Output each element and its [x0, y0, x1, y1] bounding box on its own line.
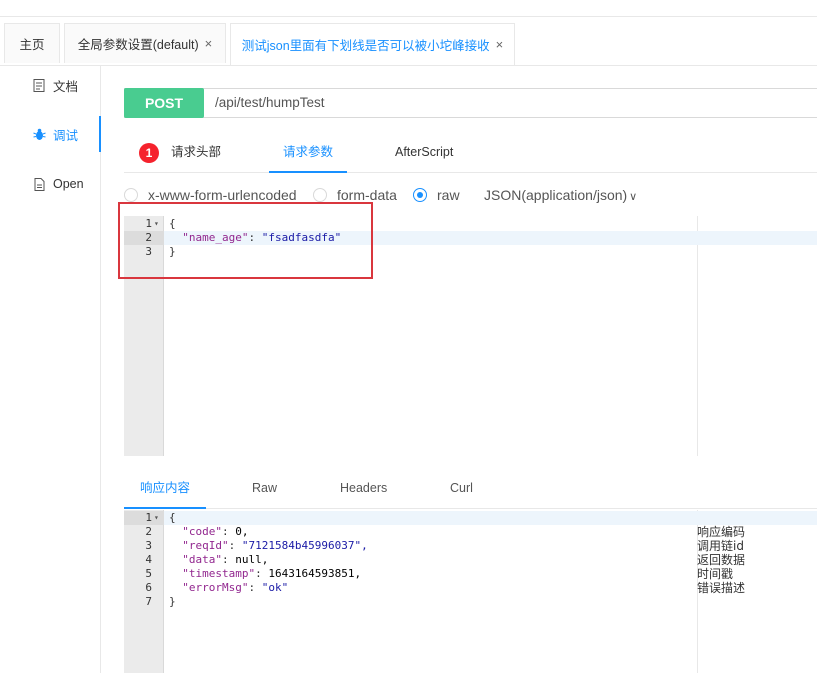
radio-label: raw: [437, 187, 460, 203]
tab-hump-test[interactable]: 测试json里面有下划线是否可以被小坨峰接收 ×: [230, 23, 515, 65]
bug-icon: [32, 127, 46, 141]
sidebar-item-open[interactable]: Open: [0, 166, 100, 202]
file-icon: [32, 177, 46, 191]
field-annotation: 返回数据: [697, 553, 746, 567]
sidebar-item-label: 文档: [53, 79, 79, 94]
radio-circle[interactable]: [124, 188, 138, 202]
document-icon: [32, 78, 46, 92]
close-icon[interactable]: ×: [496, 37, 504, 52]
header-count-badge: 1: [139, 143, 159, 163]
response-body-editor[interactable]: 1 ▾ { 2 "code": 0, 响应编码 3 "reqId": "7121…: [124, 510, 817, 673]
top-bar: [0, 0, 817, 17]
code-line: 5 "timestamp": 1643164593851, 时间戳: [145, 567, 734, 581]
tab-label: 全局参数设置(default): [77, 38, 199, 52]
request-tabs: 1 请求头部 请求参数 AfterScript: [124, 132, 817, 173]
close-icon[interactable]: ×: [205, 36, 213, 51]
radio-label: form-data: [337, 187, 397, 203]
radio-circle[interactable]: [313, 188, 327, 202]
tab-request-params[interactable]: 请求参数: [268, 132, 348, 173]
sidebar-item-docs[interactable]: 文档: [0, 67, 100, 103]
tab-response-headers[interactable]: Headers: [340, 468, 387, 508]
tab-request-headers[interactable]: 请求头部: [171, 132, 221, 172]
tab-label: 主页: [19, 38, 45, 52]
sidebar-item-label: 调试: [53, 128, 79, 143]
code-line: 3 "reqId": "7121584b45996037", 调用链id: [145, 539, 744, 553]
radio-raw[interactable]: raw: [413, 184, 460, 206]
sidebar: 文档 调试 Open: [0, 65, 101, 673]
code-line: 2 "code": 0, 响应编码: [145, 525, 746, 539]
radio-label: x-www-form-urlencoded: [148, 187, 297, 203]
tab-global-params[interactable]: 全局参数设置(default) ×: [64, 23, 226, 63]
tab-response-content[interactable]: 响应内容: [123, 468, 207, 509]
tab-afterscript[interactable]: AfterScript: [395, 132, 453, 172]
field-annotation: 错误描述: [697, 581, 746, 595]
radio-circle[interactable]: [413, 188, 427, 202]
chevron-down-icon: ∨: [629, 191, 638, 203]
tab-response-curl[interactable]: Curl: [450, 468, 473, 508]
tab-home[interactable]: 主页: [4, 23, 60, 63]
url-input[interactable]: /api/test/humpTest: [215, 88, 325, 118]
code-line: 4 "data": null, 返回数据: [145, 553, 746, 567]
field-annotation: 时间戳: [697, 567, 734, 581]
response-tabs: 响应内容 Raw Headers Curl: [123, 468, 817, 509]
field-annotation: 响应编码: [697, 525, 746, 539]
sidebar-item-label: Open: [53, 177, 84, 191]
code-line: 1 ▾ {: [124, 511, 817, 525]
highlight-box: [118, 202, 373, 279]
code-line: 7 }: [145, 595, 176, 608]
sidebar-item-debug[interactable]: 调试: [0, 116, 101, 152]
tab-label: 测试json里面有下划线是否可以被小坨峰接收: [241, 39, 490, 53]
field-annotation: 调用链id: [697, 539, 744, 553]
tab-response-raw[interactable]: Raw: [252, 468, 277, 508]
method-badge[interactable]: POST: [124, 88, 204, 118]
fold-toggle-icon[interactable]: ▾: [154, 511, 159, 525]
content-type-label: JSON(application/json): [484, 187, 628, 203]
document-tabs: 主页 全局参数设置(default) × 测试json里面有下划线是否可以被小坨…: [0, 23, 817, 66]
code-line: 6 "errorMsg": "ok" 错误描述: [145, 581, 746, 595]
content-type-select[interactable]: JSON(application/json) ∨: [484, 184, 637, 206]
